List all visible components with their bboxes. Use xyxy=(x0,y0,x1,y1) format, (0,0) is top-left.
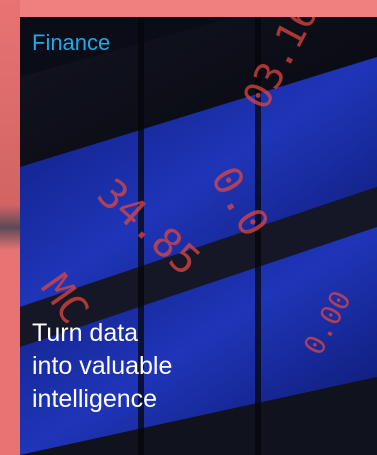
tagline-line: into valuable xyxy=(32,352,173,380)
border-strip xyxy=(0,0,20,455)
tagline: Turn data into valuable intelligence xyxy=(32,317,332,416)
category-label: Finance xyxy=(32,30,111,55)
tagline-line: Turn data xyxy=(32,319,139,347)
finance-card[interactable]: 34.85 0.0 03.16 DN MC 0.00 Finance Turn data… xyxy=(20,17,377,455)
tagline-line: intelligence xyxy=(32,385,158,413)
